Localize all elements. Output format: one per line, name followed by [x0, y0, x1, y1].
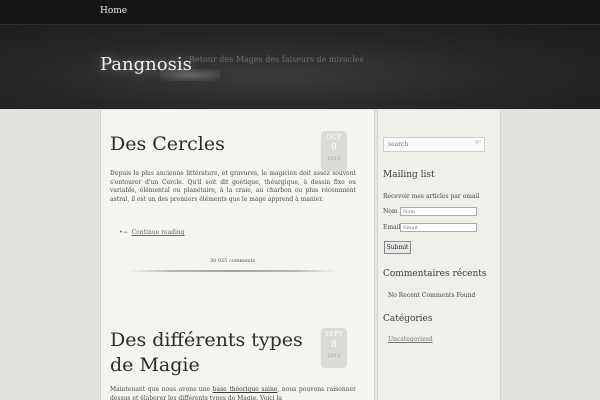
nav-home-link[interactable]: Home — [100, 6, 127, 16]
main-content: Des Cercles OCT 9 2013 Depuis la plus an… — [100, 110, 375, 400]
post-date-badge: OCT 9 2013 — [321, 131, 347, 171]
post-date-month: SEPT — [324, 331, 344, 338]
theory-link[interactable]: base théorique saine — [213, 386, 278, 393]
top-navigation-bar: Home — [0, 0, 600, 25]
post-excerpt: Depuis la plus ancienne littérature, et … — [110, 170, 356, 203]
mailing-list-description: Recevoir mes articles par email — [383, 193, 480, 200]
site-tagline: Retour des Mages des faiseurs de miracle… — [189, 55, 364, 64]
categories-title: Catégories — [383, 314, 433, 324]
continue-reading-item: •→ Continue reading — [119, 229, 185, 236]
page-background-left — [0, 110, 100, 400]
post-date-day: 9 — [331, 143, 337, 153]
nom-field[interactable] — [400, 207, 477, 216]
post-title[interactable]: Des différents types de Magie — [110, 328, 320, 378]
post-excerpt-text: Maintenant que nous avons une — [110, 386, 213, 393]
category-link-uncategorized[interactable]: Uncategorized — [388, 336, 433, 343]
site-header: Pangnosis Retour des Mages des faiseurs … — [0, 25, 600, 109]
email-field[interactable] — [400, 223, 477, 232]
post-date-badge: SEPT 8 2013 — [321, 328, 347, 368]
search-input[interactable] — [388, 138, 472, 150]
nom-label: Nom — [383, 208, 398, 215]
recent-comments-title: Commentaires récents — [383, 269, 487, 279]
post-comments-count[interactable]: 30 025 comments — [101, 258, 364, 264]
no-recent-comments-text: No Recent Comments Found — [388, 292, 476, 299]
submit-button[interactable]: Submit — [384, 241, 411, 254]
search-box — [383, 137, 485, 152]
bullet-icon: •→ — [119, 229, 128, 236]
post-divider — [129, 270, 337, 272]
post-date-year: 2013 — [327, 353, 341, 359]
sidebar: go Mailing list Recevoir mes articles pa… — [377, 110, 501, 400]
continue-reading-link[interactable]: Continue reading — [132, 229, 185, 236]
post-date-year: 2013 — [327, 156, 341, 162]
post-date-day: 8 — [331, 340, 337, 350]
mailing-list-title: Mailing list — [383, 170, 435, 180]
post-date-month: OCT — [326, 134, 342, 141]
post-title[interactable]: Des Cercles — [110, 132, 320, 157]
search-go-button[interactable]: go — [475, 139, 481, 145]
post-excerpt: Maintenant que nous avons une base théor… — [110, 386, 356, 400]
page-background-right — [500, 110, 600, 400]
email-label: Email — [383, 224, 401, 231]
site-title[interactable]: Pangnosis — [100, 54, 192, 75]
